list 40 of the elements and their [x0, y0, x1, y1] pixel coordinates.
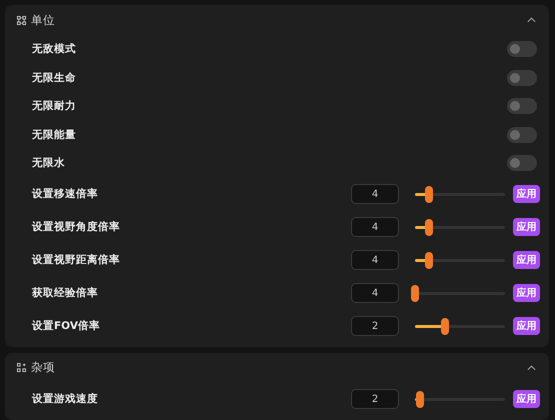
- section-title: 杂项: [31, 360, 56, 375]
- toggle-switch[interactable]: [507, 41, 537, 58]
- setting-label: 无限耐力: [32, 99, 77, 114]
- setting-label: 设置游戏速度: [32, 392, 99, 406]
- slider-thumb[interactable]: [411, 284, 419, 302]
- setting-label: 设置视野角度倍率: [32, 220, 121, 234]
- apply-button[interactable]: 应用: [513, 251, 540, 269]
- grid-icon: [17, 363, 26, 372]
- number-field[interactable]: 4: [351, 283, 399, 303]
- setting-label: 无限生命: [32, 70, 77, 85]
- apply-button[interactable]: 应用: [513, 317, 540, 335]
- section-title: 单位: [31, 12, 56, 28]
- number-field[interactable]: 2: [351, 316, 399, 336]
- setting-label: 无敌模式: [32, 42, 77, 56]
- setting-label: 设置FOV倍率: [32, 319, 101, 333]
- collapse-icon[interactable]: [527, 364, 536, 370]
- toggle-switch[interactable]: [507, 126, 537, 143]
- slider-thumb[interactable]: [424, 252, 432, 268]
- apply-button[interactable]: 应用: [513, 218, 540, 236]
- apply-button[interactable]: 应用: [513, 284, 540, 302]
- nodes-icon: [17, 16, 26, 24]
- slider-thumb[interactable]: [424, 186, 432, 202]
- apply-button[interactable]: 应用: [513, 185, 540, 203]
- setting-label: 无限能量: [32, 128, 77, 142]
- number-field[interactable]: 4: [351, 250, 399, 270]
- collapse-icon[interactable]: [527, 17, 536, 23]
- slider-thumb[interactable]: [424, 218, 432, 236]
- number-field[interactable]: 4: [351, 184, 399, 204]
- setting-label: 无限水: [32, 156, 66, 170]
- slider-thumb[interactable]: [416, 390, 424, 408]
- apply-button[interactable]: 应用: [513, 390, 540, 408]
- setting-label: 设置视野距离倍率: [32, 253, 121, 267]
- setting-label: 获取经验倍率: [32, 286, 99, 300]
- toggle-switch[interactable]: [507, 70, 537, 86]
- toggle-switch[interactable]: [507, 155, 537, 172]
- toggle-switch[interactable]: [507, 98, 537, 114]
- setting-label: 设置移速倍率: [32, 187, 99, 201]
- slider-thumb[interactable]: [440, 318, 449, 334]
- number-field[interactable]: 4: [351, 217, 399, 237]
- number-field[interactable]: 2: [351, 389, 399, 409]
